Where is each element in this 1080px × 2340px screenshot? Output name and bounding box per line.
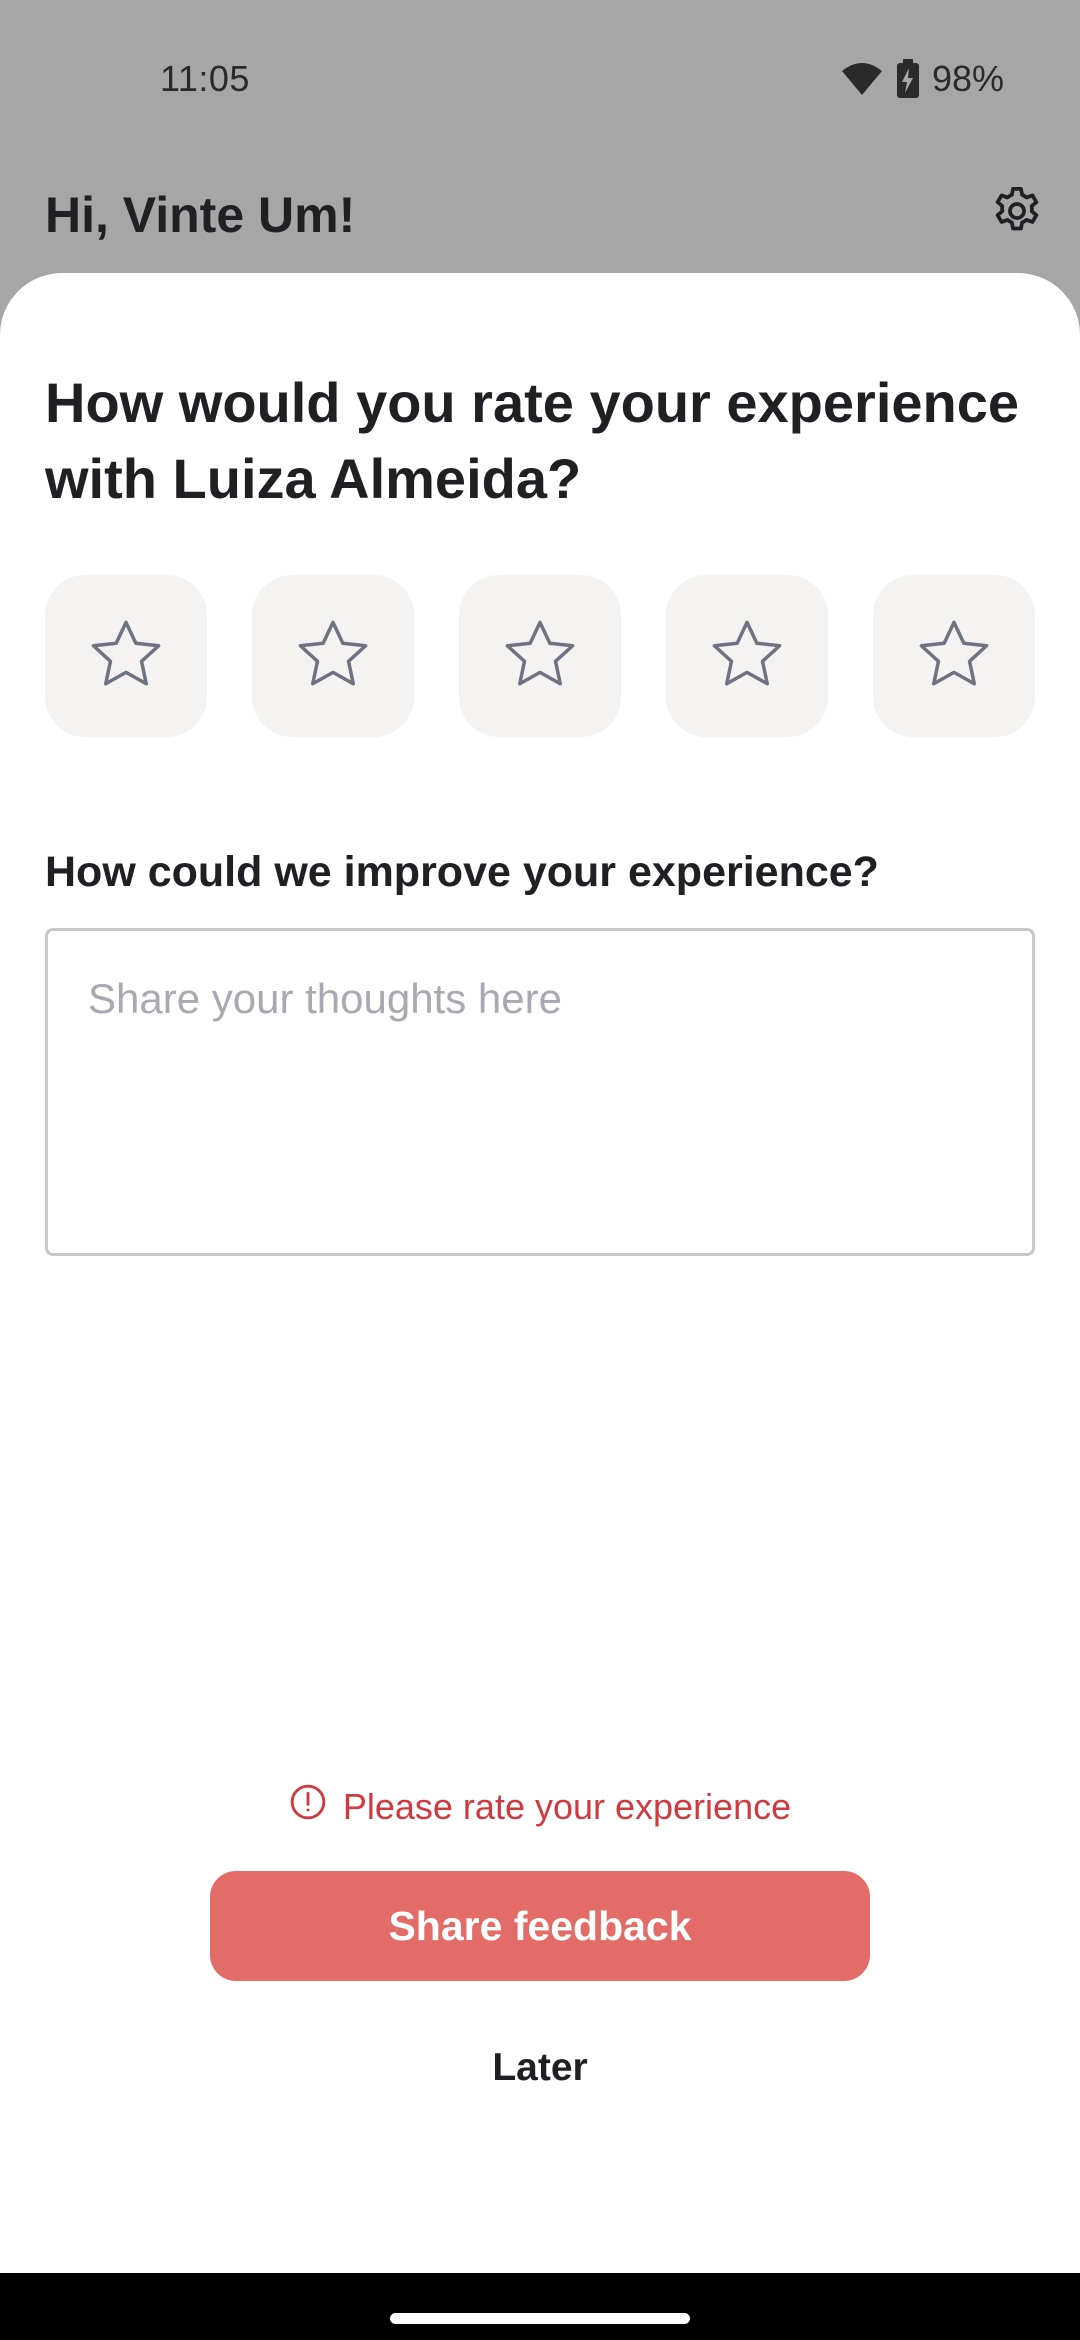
gear-icon bbox=[989, 183, 1045, 244]
alert-circle-icon bbox=[289, 1783, 327, 1830]
feedback-sheet: How would you rate your experience with … bbox=[0, 273, 1080, 2273]
star-rating bbox=[45, 575, 1035, 737]
navigation-bar bbox=[0, 2273, 1080, 2340]
share-feedback-button[interactable]: Share feedback bbox=[210, 1871, 870, 1981]
status-bar: 11:05 98% bbox=[0, 0, 1080, 160]
greeting-title: Hi, Vinte Um! bbox=[45, 187, 356, 243]
star-button-5[interactable] bbox=[873, 575, 1035, 737]
star-outline-icon bbox=[709, 617, 785, 696]
status-time: 11:05 bbox=[160, 58, 250, 99]
battery-charging-icon bbox=[896, 59, 920, 99]
thoughts-input[interactable] bbox=[45, 928, 1035, 1256]
sheet-title: How would you rate your experience with … bbox=[45, 371, 1020, 510]
error-message: Please rate your experience bbox=[342, 1785, 792, 1827]
battery-percentage: 98% bbox=[931, 58, 1004, 99]
settings-button[interactable] bbox=[984, 180, 1050, 246]
star-outline-icon bbox=[916, 617, 992, 696]
star-outline-icon bbox=[88, 617, 164, 696]
status-icons: 98% bbox=[840, 58, 1004, 100]
star-button-3[interactable] bbox=[459, 575, 621, 737]
later-button[interactable]: Later bbox=[440, 2033, 640, 2103]
star-outline-icon bbox=[502, 617, 578, 696]
rating-error: Please rate your experience bbox=[0, 1783, 1080, 1830]
star-outline-icon bbox=[295, 617, 371, 696]
wifi-icon bbox=[840, 61, 884, 97]
star-button-4[interactable] bbox=[666, 575, 828, 737]
app-header: Hi, Vinte Um! bbox=[0, 160, 1080, 280]
improve-question-label: How could we improve your experience? bbox=[45, 848, 879, 896]
home-indicator[interactable] bbox=[390, 2313, 690, 2324]
star-button-1[interactable] bbox=[45, 575, 207, 737]
star-button-2[interactable] bbox=[252, 575, 414, 737]
